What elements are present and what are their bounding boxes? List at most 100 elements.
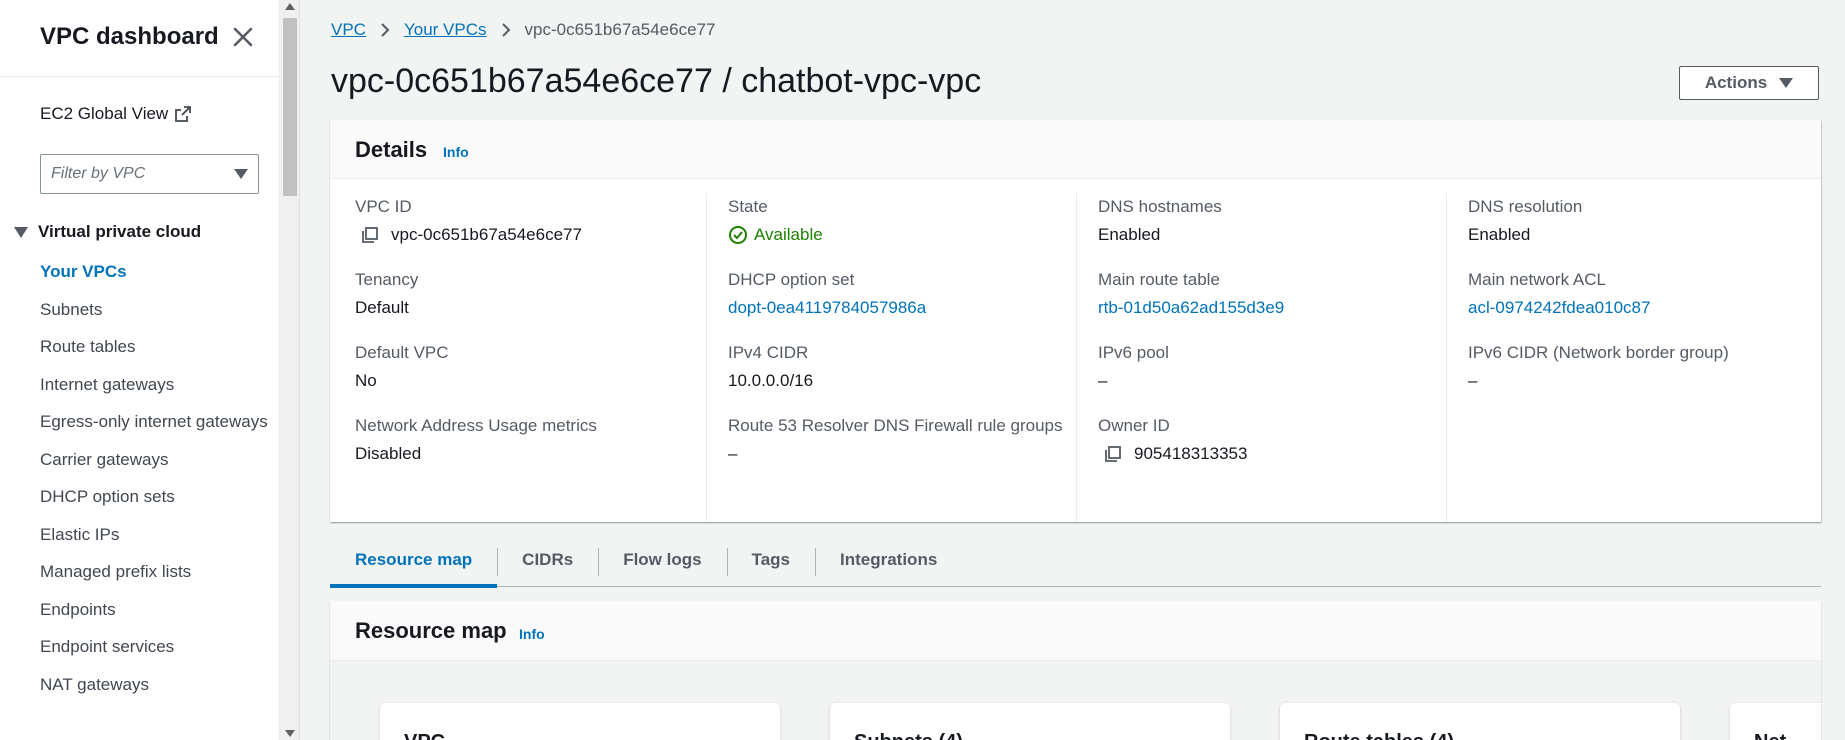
- tab-tags[interactable]: Tags: [726, 538, 815, 587]
- page-title: vpc-0c651b67a54e6ce77 / chatbot-vpc-vpc: [331, 62, 982, 100]
- status-indicator: Available: [728, 221, 1076, 249]
- sidebar-item-carrier-gateways[interactable]: Carrier gateways: [40, 446, 270, 474]
- dhcp-option-set-link[interactable]: dopt-0ea4119784057986a: [728, 294, 1076, 322]
- sidebar-item-your-vpcs[interactable]: Your VPCs: [40, 258, 270, 286]
- field-label: Network Address Usage metrics: [355, 416, 597, 435]
- breadcrumb-vpc-link[interactable]: VPC: [331, 20, 366, 40]
- main-network-acl-link[interactable]: acl-0974242fdea010c87: [1468, 294, 1821, 322]
- field-value: Enabled: [1098, 225, 1161, 244]
- caret-down-icon: [234, 169, 248, 179]
- copy-icon[interactable]: [360, 225, 380, 245]
- resource-map-title: Resource map: [355, 618, 507, 643]
- details-header: Details Info: [330, 120, 1821, 179]
- details-column: DNS hostnames Enabled Main route table r…: [1076, 193, 1446, 522]
- resource-card-title: Net: [1754, 731, 1786, 740]
- field-label: VPC ID: [355, 197, 412, 216]
- sidebar-item-endpoints[interactable]: Endpoints: [40, 596, 270, 624]
- field-dns-hostnames: DNS hostnames Enabled: [1098, 193, 1446, 249]
- field-main-network-acl: Main network ACL acl-0974242fdea010c87: [1468, 266, 1821, 322]
- resource-card-vpc[interactable]: VPC: [380, 703, 780, 740]
- field-ipv4-cidr: IPv4 CIDR 10.0.0.0/16: [728, 339, 1076, 395]
- main-route-table-link[interactable]: rtb-01d50a62ad155d3e9: [1098, 294, 1446, 322]
- sidebar-section-virtual-private-cloud[interactable]: Virtual private cloud: [14, 222, 201, 242]
- field-label: Main route table: [1098, 270, 1220, 289]
- owner-id-value: 905418313353: [1134, 444, 1248, 463]
- sidebar-item-route-tables[interactable]: Route tables: [40, 333, 270, 361]
- filter-by-vpc-select[interactable]: Filter by VPC: [40, 154, 259, 194]
- sidebar-title: VPC dashboard: [40, 23, 219, 50]
- details-column: VPC ID vpc-0c651b67a54e6ce77 Tenancy Def…: [330, 193, 706, 522]
- field-label: Route 53 Resolver DNS Firewall rule grou…: [728, 416, 1063, 435]
- field-value: 905418313353: [1098, 440, 1446, 468]
- actions-button[interactable]: Actions: [1679, 66, 1819, 100]
- sidebar-item-internet-gateways[interactable]: Internet gateways: [40, 371, 270, 399]
- field-label: IPv6 CIDR (Network border group): [1468, 343, 1729, 362]
- sidebar-scrollbar[interactable]: [280, 0, 300, 740]
- field-label: DNS hostnames: [1098, 197, 1222, 216]
- field-route53-firewall-rule-groups: Route 53 Resolver DNS Firewall rule grou…: [728, 412, 1076, 468]
- field-value: –: [1098, 371, 1108, 390]
- sidebar-item-subnets[interactable]: Subnets: [40, 296, 270, 324]
- details-column: State Available DHCP option set dopt-0ea…: [706, 193, 1076, 522]
- sidebar-item-endpoint-services[interactable]: Endpoint services: [40, 633, 270, 661]
- sidebar-item-managed-prefix-lists[interactable]: Managed prefix lists: [40, 558, 270, 586]
- scrollbar-thumb[interactable]: [283, 18, 297, 196]
- details-info-link[interactable]: Info: [443, 144, 469, 160]
- field-main-route-table: Main route table rtb-01d50a62ad155d3e9: [1098, 266, 1446, 322]
- resource-map-panel: Resource map Info VPC Subnets (4) Route …: [330, 601, 1821, 740]
- external-link-icon: [175, 106, 192, 122]
- tab-cidrs[interactable]: CIDRs: [497, 538, 598, 587]
- resource-card-subnets[interactable]: Subnets (4): [830, 703, 1230, 740]
- details-tabs: Resource map CIDRs Flow logs Tags Integr…: [330, 538, 1821, 588]
- details-columns: VPC ID vpc-0c651b67a54e6ce77 Tenancy Def…: [330, 179, 1821, 522]
- field-default-vpc: Default VPC No: [355, 339, 706, 395]
- field-label: DHCP option set: [728, 270, 855, 289]
- sidebar-item-elastic-ips[interactable]: Elastic IPs: [40, 521, 270, 549]
- sidebar-item-dhcp-option-sets[interactable]: DHCP option sets: [40, 483, 270, 511]
- field-owner-id: Owner ID 905418313353: [1098, 412, 1446, 468]
- breadcrumb-your-vpcs-link[interactable]: Your VPCs: [404, 20, 487, 40]
- ec2-global-view-link[interactable]: EC2 Global View: [40, 104, 192, 124]
- field-tenancy: Tenancy Default: [355, 266, 706, 322]
- field-value: No: [355, 371, 377, 390]
- scroll-up-arrow-icon[interactable]: [285, 3, 295, 10]
- tab-resource-map[interactable]: Resource map: [330, 538, 498, 588]
- resource-map-canvas: VPC Subnets (4) Route tables (4) Net: [330, 661, 1821, 740]
- field-label: Tenancy: [355, 270, 419, 289]
- field-value: Default: [355, 298, 409, 317]
- field-label: Main network ACL: [1468, 270, 1606, 289]
- expand-triangle-icon: [14, 226, 28, 238]
- tab-integrations[interactable]: Integrations: [815, 538, 962, 587]
- resource-map-info-link[interactable]: Info: [519, 626, 545, 642]
- resource-card-route-tables[interactable]: Route tables (4): [1280, 703, 1680, 740]
- copy-icon[interactable]: [1103, 444, 1123, 464]
- field-dns-resolution: DNS resolution Enabled: [1468, 193, 1821, 249]
- side-navigation: VPC dashboard EC2 Global View Filter by …: [0, 0, 280, 740]
- field-state: State Available: [728, 193, 1076, 249]
- resource-card-title: VPC: [404, 731, 445, 740]
- resource-card-title: Route tables (4): [1304, 731, 1454, 740]
- chevron-right-icon: [501, 23, 510, 37]
- close-icon[interactable]: [230, 24, 256, 50]
- tab-flow-logs[interactable]: Flow logs: [598, 538, 726, 587]
- sidebar-item-egress-only-internet-gateways[interactable]: Egress-only internet gateways: [40, 408, 270, 436]
- caret-down-icon: [1779, 78, 1794, 88]
- scroll-down-arrow-icon[interactable]: [285, 730, 295, 737]
- ec2-global-view-label: EC2 Global View: [40, 104, 169, 123]
- resource-card-network-connections[interactable]: Net: [1730, 703, 1821, 740]
- field-ipv6-cidr: IPv6 CIDR (Network border group) –: [1468, 339, 1821, 395]
- filter-by-vpc-placeholder: Filter by VPC: [51, 165, 146, 182]
- details-column: DNS resolution Enabled Main network ACL …: [1446, 193, 1821, 522]
- field-value: Disabled: [355, 444, 422, 463]
- field-value: 10.0.0.0/16: [728, 371, 814, 390]
- details-panel: Details Info VPC ID vpc-0c651b67a54e6ce7…: [330, 120, 1821, 522]
- breadcrumb-current: vpc-0c651b67a54e6ce77: [524, 20, 716, 39]
- field-ipv6-pool: IPv6 pool –: [1098, 339, 1446, 395]
- field-label: IPv6 pool: [1098, 343, 1169, 362]
- field-label: IPv4 CIDR: [728, 343, 809, 362]
- sidebar-item-nat-gateways[interactable]: NAT gateways: [40, 671, 270, 699]
- field-vpc-id: VPC ID vpc-0c651b67a54e6ce77: [355, 193, 706, 249]
- field-network-address-usage-metrics: Network Address Usage metrics Disabled: [355, 412, 706, 468]
- field-dhcp-option-set: DHCP option set dopt-0ea4119784057986a: [728, 266, 1076, 322]
- chevron-right-icon: [381, 23, 390, 37]
